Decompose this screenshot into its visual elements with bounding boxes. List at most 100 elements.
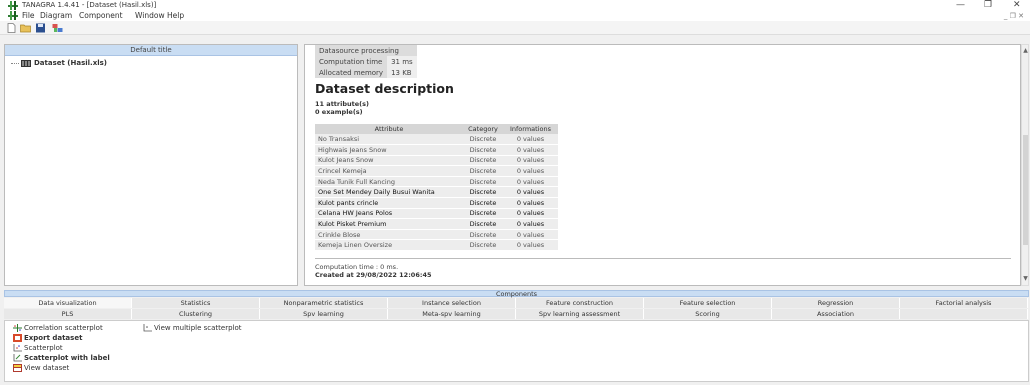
table-row: Celana HW Jeans Polos Discrete 0 values: [315, 208, 558, 220]
divider: [315, 258, 1011, 259]
menu-file[interactable]: File: [22, 11, 35, 21]
category-cell: Discrete: [463, 144, 503, 156]
category-cell: Discrete: [463, 208, 503, 220]
tab-data-visualization[interactable]: Data visualization: [4, 298, 132, 308]
title-bar: TANAGRA 1.4.41 - [Dataset (Hasil.xls)] —…: [0, 0, 1030, 11]
info-key: Computation time: [315, 56, 388, 67]
info-cell: 0 values: [503, 229, 558, 241]
tab-regression[interactable]: Regression: [772, 298, 900, 308]
table-row: One Set Mendey Daily Busui Wanita Discret…: [315, 186, 558, 199]
table-row: Kulot Pisket Premium Discrete 0 values: [315, 218, 558, 230]
category-cell: Discrete: [463, 197, 503, 209]
attribute-cell: No Transaksi: [315, 134, 463, 146]
result-scrollbar[interactable]: ▲ ▼: [1021, 44, 1029, 286]
created-at: Created at 29/08/2022 12:06:45: [315, 271, 432, 279]
tree-connector: [11, 62, 19, 64]
component-correlation-scatterplot[interactable]: Correlation scatterplot: [13, 324, 103, 332]
menu-window[interactable]: Window: [135, 11, 165, 21]
attribute-cell: Celana HW Jeans Polos: [315, 208, 463, 220]
result-footer: Computation time : 0 ms. Created at 29/0…: [315, 263, 432, 279]
info-cell: 0 values: [503, 239, 558, 252]
tab-association[interactable]: Association: [772, 309, 900, 319]
tab-meta-spv-learning[interactable]: Meta-spv learning: [388, 309, 516, 319]
category-cell: Discrete: [463, 229, 503, 241]
tab-feature-selection[interactable]: Feature selection: [644, 298, 772, 308]
tab-spv-learning-assessment[interactable]: Spv learning assessment: [516, 309, 644, 319]
info-row: Datasource processing: [315, 45, 417, 56]
attribute-cell: Kulot Pisket Premium: [315, 218, 463, 230]
table-row: Highwais Jeans Snow Discrete 0 values: [315, 144, 558, 156]
tree-node-dataset[interactable]: Dataset (Hasil.xls): [11, 59, 107, 67]
tab-instance-selection[interactable]: Instance selection: [388, 298, 516, 308]
attribute-cell: Kulot Jeans Snow: [315, 155, 463, 167]
tab-scoring[interactable]: Scoring: [644, 309, 772, 319]
component-tabs: Data visualization Statistics Nonparamet…: [4, 298, 1029, 319]
window-title: TANAGRA 1.4.41 - [Dataset (Hasil.xls)]: [22, 1, 157, 9]
category-cell: Discrete: [463, 155, 503, 167]
toolbar: [0, 21, 1030, 35]
col-attribute: Attribute: [315, 124, 463, 134]
attribute-cell: Crinkle Blose: [315, 229, 463, 241]
component-scatterplot[interactable]: Scatterplot: [13, 344, 63, 352]
category-cell: Discrete: [463, 134, 503, 146]
save-icon[interactable]: [35, 23, 46, 33]
component-icon[interactable]: [52, 23, 63, 33]
info-cell: 0 values: [503, 197, 558, 209]
tab-nonparametric-statistics[interactable]: Nonparametric statistics: [260, 298, 388, 308]
col-category: Category: [463, 124, 503, 134]
info-cell: 0 values: [503, 155, 558, 167]
table-row: Neda Tunik Full Kancing Discrete 0 values: [315, 176, 558, 188]
attribute-cell: Kemeja Linen Oversize: [315, 239, 463, 252]
tab-empty: [900, 309, 1028, 319]
component-label: Scatterplot with label: [24, 354, 110, 362]
info-cell: 0 values: [503, 165, 558, 177]
components-list-panel: Correlation scatterplot View multiple sc…: [4, 320, 1029, 382]
attribute-cell: Crincel Kemeja: [315, 165, 463, 177]
menu-diagram[interactable]: Diagram: [40, 11, 72, 21]
tab-feature-construction[interactable]: Feature construction: [516, 298, 644, 308]
info-key: Datasource processing: [315, 45, 417, 56]
attribute-cell: Kulot pants crincle: [315, 197, 463, 209]
dataset-counts: 11 attribute(s) 0 example(s): [315, 100, 369, 116]
dataset-icon: [21, 59, 31, 67]
close-button[interactable]: ✕: [1013, 0, 1021, 11]
attribute-cell: One Set Mendey Daily Busui Wanita: [315, 186, 463, 199]
attribute-table: Attribute Category Informations No Trans…: [315, 124, 558, 252]
scroll-thumb[interactable]: [1023, 135, 1028, 245]
new-file-icon[interactable]: [6, 23, 17, 33]
info-cell: 0 values: [503, 144, 558, 156]
menu-component[interactable]: Component: [79, 11, 123, 21]
mdi-window-buttons[interactable]: _ ❐ ✕: [1004, 11, 1024, 21]
open-folder-icon[interactable]: [20, 23, 31, 33]
menu-bar: File Diagram Component Window Help _ ❐ ✕: [0, 11, 1030, 21]
tree-header: Default title: [5, 45, 297, 56]
tab-spv-learning[interactable]: Spv learning: [260, 309, 388, 319]
tab-clustering[interactable]: Clustering: [132, 309, 260, 319]
components-header: Components: [4, 290, 1029, 297]
examples-count: 0 example(s): [315, 108, 363, 116]
processing-info-table: Datasource processing Computation time 3…: [315, 45, 417, 78]
component-scatterplot-with-label[interactable]: Scatterplot with label: [13, 354, 110, 362]
minimize-button[interactable]: —: [956, 0, 965, 11]
table-row: Kulot Jeans Snow Discrete 0 values: [315, 155, 558, 167]
info-value: 31 ms: [387, 56, 417, 67]
maximize-button[interactable]: ❐: [984, 0, 992, 11]
scroll-down-icon[interactable]: ▼: [1022, 275, 1029, 282]
component-label: Correlation scatterplot: [24, 324, 103, 332]
computation-time: Computation time : 0 ms.: [315, 263, 399, 271]
tab-statistics[interactable]: Statistics: [132, 298, 260, 308]
tab-pls[interactable]: PLS: [4, 309, 132, 319]
category-cell: Discrete: [463, 218, 503, 230]
result-panel: Datasource processing Computation time 3…: [304, 44, 1021, 286]
scatterplot-icon: [13, 344, 22, 352]
scroll-up-icon[interactable]: ▲: [1022, 47, 1029, 54]
category-cell: Discrete: [463, 186, 503, 199]
category-cell: Discrete: [463, 165, 503, 177]
menu-help[interactable]: Help: [167, 11, 184, 21]
component-view-multiple-scatterplot[interactable]: View multiple scatterplot: [143, 324, 242, 332]
table-row: Kemeja Linen Oversize Discrete 0 values: [315, 239, 558, 252]
component-view-dataset[interactable]: View dataset: [13, 364, 69, 372]
tab-factorial-analysis[interactable]: Factorial analysis: [900, 298, 1028, 308]
component-export-dataset[interactable]: Export dataset: [13, 334, 82, 342]
document-icon: [8, 11, 18, 20]
